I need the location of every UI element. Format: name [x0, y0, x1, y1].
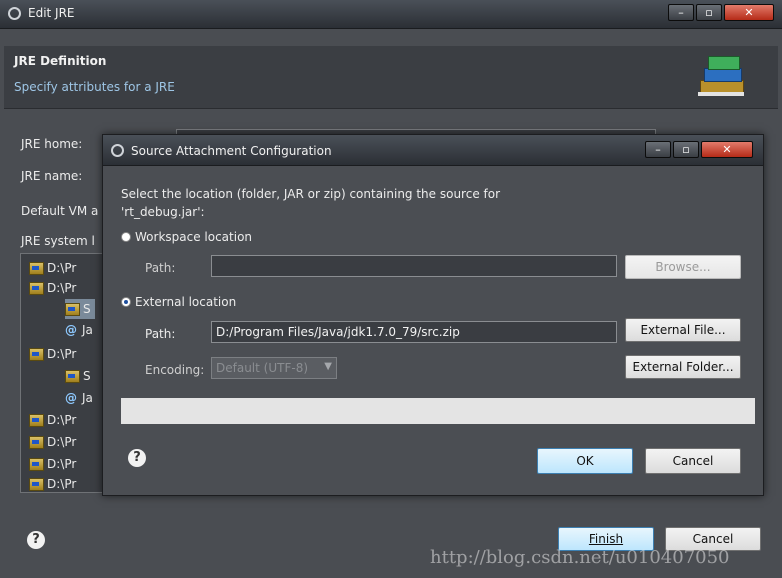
tree-item[interactable]: @ Ja — [65, 320, 93, 340]
maximize-button[interactable]: ▫ — [696, 4, 722, 21]
tree-item[interactable]: D:\Pr — [29, 344, 76, 364]
library-books-icon — [698, 50, 746, 100]
encoding-label: Encoding: — [145, 363, 205, 377]
jar-icon — [29, 262, 44, 275]
minimize-button[interactable]: – — [668, 4, 694, 21]
dialog-title: Source Attachment Configuration — [131, 144, 332, 158]
close-button[interactable]: ✕ — [724, 4, 774, 21]
tree-item[interactable]: D:\Pr — [29, 278, 76, 298]
header-banner: JRE Definition Specify attributes for a … — [4, 46, 778, 109]
dialog-cancel-button[interactable]: Cancel — [645, 448, 741, 474]
javadoc-icon: @ — [65, 323, 77, 337]
dialog-description-line-1: Select the location (folder, JAR or zip)… — [121, 187, 501, 201]
tree-item[interactable]: @ Ja — [65, 388, 93, 408]
external-file-button[interactable]: External File... — [625, 318, 741, 342]
browse-button[interactable]: Browse... — [625, 255, 741, 279]
tree-item[interactable]: D:\Pr — [29, 474, 76, 492]
external-location-radio[interactable]: External location — [121, 295, 236, 309]
tree-item[interactable]: D:\Pr — [29, 410, 76, 430]
workspace-path-label: Path: — [145, 261, 176, 275]
eclipse-icon — [111, 144, 124, 157]
tree-item-selected[interactable]: S — [65, 299, 95, 319]
ok-button[interactable]: OK — [537, 448, 633, 474]
radio-selected-icon — [121, 297, 131, 307]
dialog-minimize-button[interactable]: – — [645, 141, 671, 158]
jre-home-label: JRE home: — [21, 137, 83, 151]
header-title: JRE Definition — [14, 54, 107, 68]
jar-icon — [29, 282, 44, 295]
javadoc-icon: @ — [65, 391, 77, 405]
tree-item[interactable]: D:\Pr — [29, 258, 76, 278]
source-icon — [65, 303, 80, 316]
dialog-titlebar[interactable]: Source Attachment Configuration – ▫ ✕ — [103, 135, 763, 166]
system-libraries-tree[interactable]: D:\Pr D:\Pr S @ Ja D:\Pr S @ Ja D:\Pr D:\P… — [20, 253, 110, 493]
default-vm-label: Default VM a — [21, 204, 99, 218]
jre-name-label: JRE name: — [21, 169, 83, 183]
dialog-close-button[interactable]: ✕ — [701, 141, 753, 158]
watermark: http://blog.csdn.net/u010407050 — [430, 547, 730, 568]
chevron-down-icon: ▼ — [324, 361, 332, 372]
radio-unselected-icon — [121, 232, 131, 242]
jar-icon — [29, 478, 44, 491]
eclipse-icon — [8, 7, 21, 20]
external-path-label: Path: — [145, 327, 176, 341]
header-subtitle: Specify attributes for a JRE — [14, 80, 175, 94]
jar-icon — [29, 436, 44, 449]
encoding-select[interactable]: Default (UTF-8) ▼ — [211, 357, 337, 379]
main-help-icon[interactable]: ? — [27, 531, 45, 549]
external-path-input[interactable]: D:/Program Files/Java/jdk1.7.0_79/src.zi… — [211, 321, 617, 343]
status-message-area — [121, 398, 755, 424]
dialog-maximize-button[interactable]: ▫ — [673, 141, 699, 158]
tree-item[interactable]: D:\Pr — [29, 432, 76, 452]
dialog-description-line-2: 'rt_debug.jar': — [121, 205, 205, 219]
source-attachment-dialog: Source Attachment Configuration – ▫ ✕ Se… — [102, 134, 764, 496]
edit-jre-titlebar[interactable]: Edit JRE – ▫ ✕ — [0, 0, 782, 29]
encoding-value: Default (UTF-8) — [216, 361, 309, 375]
system-libraries-label: JRE system l — [21, 234, 95, 248]
edit-jre-title: Edit JRE — [28, 6, 75, 20]
jar-icon — [29, 348, 44, 361]
jar-icon — [29, 414, 44, 427]
dialog-help-icon[interactable]: ? — [128, 449, 146, 467]
source-icon — [65, 370, 80, 383]
workspace-path-input[interactable] — [211, 255, 617, 277]
external-folder-button[interactable]: External Folder... — [625, 355, 741, 379]
jar-icon — [29, 458, 44, 471]
tree-item[interactable]: S — [65, 366, 91, 386]
tree-item[interactable]: D:\Pr — [29, 454, 76, 474]
workspace-location-radio[interactable]: Workspace location — [121, 230, 252, 244]
